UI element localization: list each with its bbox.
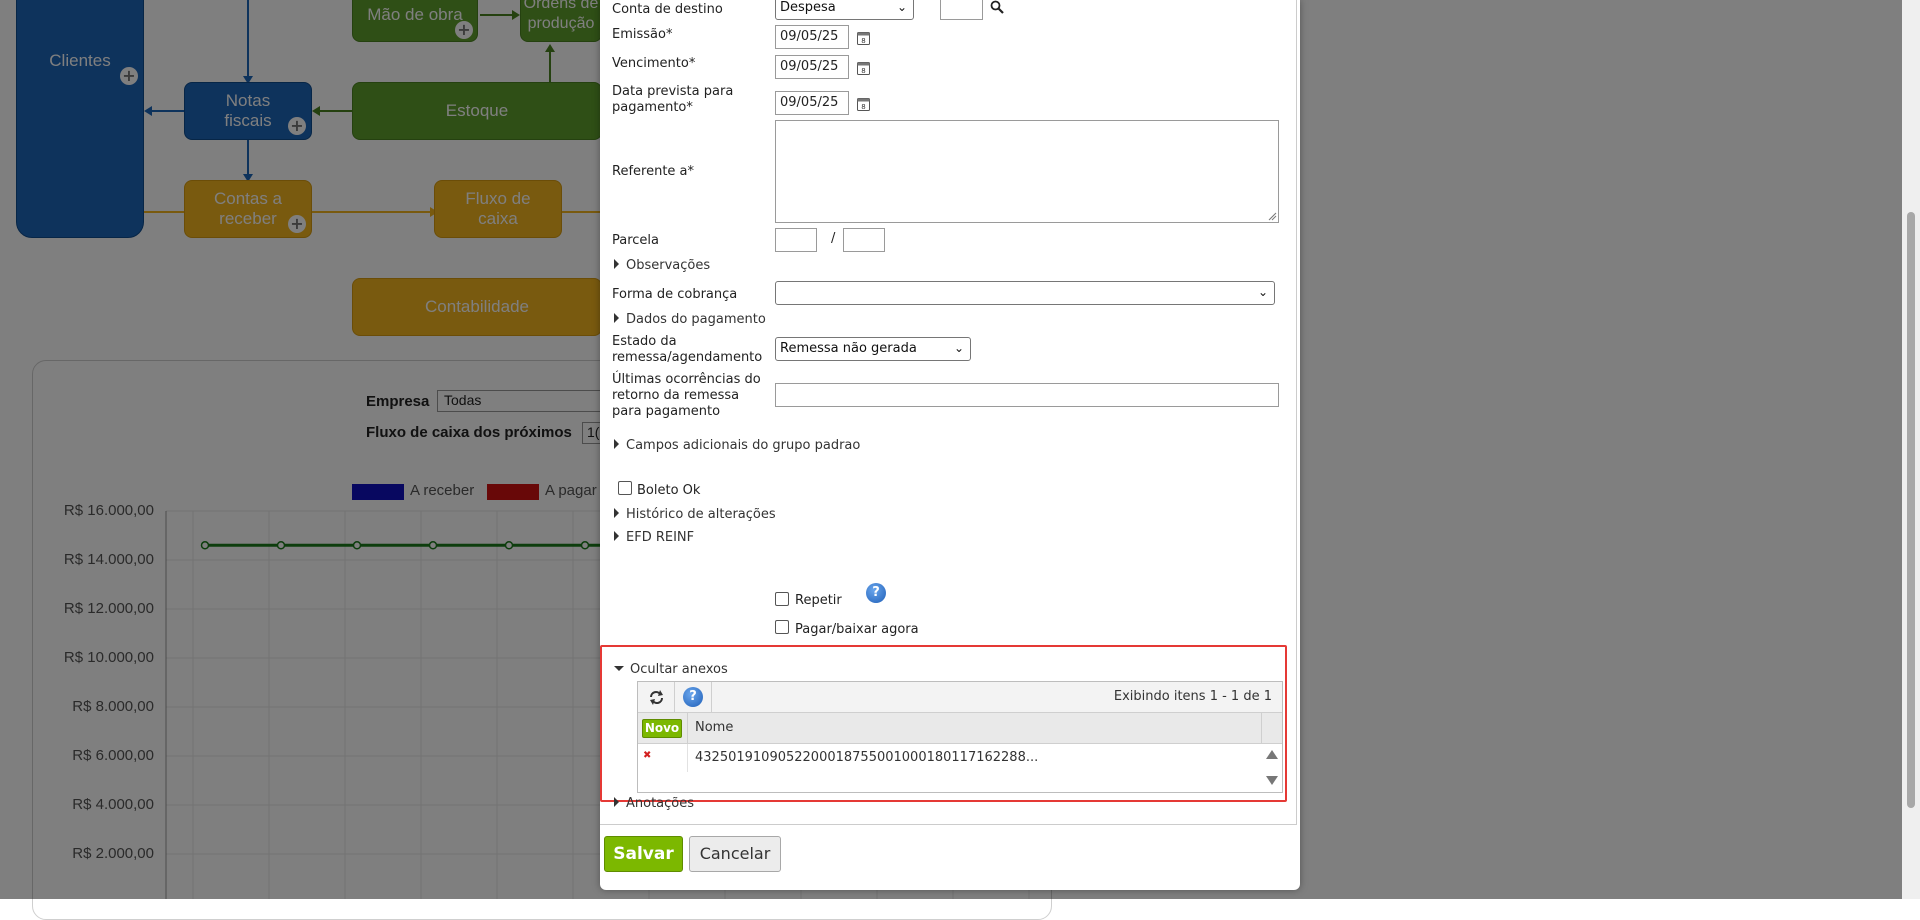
ultimas-ocorrencias-label-line2: retorno da remessa [612, 388, 740, 403]
salvar-button[interactable]: Salvar [604, 836, 683, 872]
conta-destino-label: Conta de destino [612, 2, 723, 17]
refresh-icon [650, 690, 663, 705]
lancamento-dialog: Conta de destino Despesa ⌄ Emissão* 09/0… [600, 0, 1300, 890]
referente-label: Referente a* [612, 164, 695, 179]
campos-adicionais-label: Campos adicionais do grupo padrao [626, 438, 861, 453]
anotacoes-label: Anotações [626, 796, 695, 811]
help-icon[interactable]: ? [866, 583, 886, 603]
scrollbar-thumb[interactable] [1907, 212, 1915, 808]
help-icon: ? [683, 687, 703, 707]
vencimento-label: Vencimento* [612, 56, 696, 71]
repetir-checkbox[interactable] [775, 592, 789, 606]
efd-reinf-label: EFD REINF [626, 530, 695, 545]
svg-text:8: 8 [861, 67, 865, 75]
ocultar-anexos-label: Ocultar anexos [630, 662, 728, 677]
caret-right-icon [614, 439, 619, 449]
efd-reinf-toggle[interactable]: EFD REINF [614, 530, 694, 546]
chevron-down-icon: ⌄ [896, 0, 907, 14]
vencimento-input[interactable]: 09/05/25 [775, 55, 849, 79]
attachments-grid: ? Exibindo itens 1 - 1 de 1 Novo Nome ✖ … [637, 681, 1283, 793]
caret-down-icon [614, 666, 624, 671]
grid-col-divider [1261, 713, 1262, 744]
dados-pagamento-label: Dados do pagamento [626, 312, 766, 327]
caret-right-icon [614, 508, 619, 518]
calendar-icon[interactable]: 8 [856, 30, 872, 46]
resize-handle-icon[interactable] [1267, 211, 1277, 221]
historico-label: Histórico de alterações [626, 507, 776, 522]
observacoes-label: Observações [626, 258, 711, 273]
caret-right-icon [614, 531, 619, 541]
observacoes-toggle[interactable]: Observações [614, 258, 710, 274]
chevron-down-icon: ⌄ [953, 341, 964, 355]
parcela-numero-input[interactable] [775, 228, 817, 252]
parcela-total-input[interactable] [843, 228, 885, 252]
attachment-name[interactable]: 432501910905220001875500100018011716228​… [695, 750, 1038, 765]
caret-right-icon [614, 797, 619, 807]
calendar-icon[interactable]: 8 [856, 60, 872, 76]
emissao-input[interactable]: 09/05/25 [775, 25, 849, 49]
data-prevista-label-line1: Data prevista para [612, 84, 734, 99]
parcela-label: Parcela [612, 233, 660, 248]
refresh-button[interactable] [638, 682, 675, 713]
pagar-baixar-checkbox[interactable] [775, 620, 789, 634]
grid-toolbar: ? Exibindo itens 1 - 1 de 1 [638, 682, 1282, 713]
anotacoes-toggle[interactable]: Anotações [614, 796, 694, 812]
grid-count-text: Exibindo itens 1 - 1 de 1 [1113, 689, 1272, 704]
chevron-down-icon: ⌄ [1257, 285, 1268, 299]
novo-button[interactable]: Novo [642, 719, 682, 738]
boleto-ok-checkbox[interactable] [618, 481, 632, 495]
table-row[interactable]: ✖ 43250191090522000187550010001801171622… [638, 744, 1282, 772]
grid-scroll-down-icon[interactable] [1266, 776, 1278, 785]
page-scrollbar[interactable] [1902, 0, 1920, 899]
ultimas-ocorrencias-label-line3: para pagamento [612, 404, 721, 419]
caret-right-icon [614, 313, 619, 323]
svg-text:8: 8 [861, 103, 865, 111]
estado-remessa-label-line1: Estado da [612, 334, 677, 349]
col-header-nome[interactable]: Nome [695, 720, 733, 735]
referente-textarea[interactable] [775, 120, 1279, 223]
repetir-label: Repetir [795, 593, 842, 608]
delete-icon[interactable]: ✖ [643, 750, 651, 761]
conta-destino-select[interactable]: Despesa ⌄ [775, 0, 914, 20]
estado-remessa-value: Remessa não gerada [780, 341, 917, 356]
search-icon[interactable] [990, 0, 1004, 14]
historico-toggle[interactable]: Histórico de alterações [614, 507, 776, 523]
conta-destino-value: Despesa [780, 0, 836, 15]
calendar-icon[interactable]: 8 [856, 96, 872, 112]
pagar-baixar-label: Pagar/baixar agora [795, 622, 919, 637]
caret-right-icon [614, 259, 619, 269]
cancelar-button[interactable]: Cancelar [689, 836, 781, 872]
ultimas-ocorrencias-label-line1: Últimas ocorrências do [612, 372, 761, 387]
conta-destino-code-input[interactable] [940, 0, 983, 20]
grid-header: Novo Nome [638, 713, 1282, 744]
forma-cobranca-label: Forma de cobrança [612, 287, 738, 302]
dados-pagamento-toggle[interactable]: Dados do pagamento [614, 312, 766, 328]
grid-col-divider [687, 713, 688, 744]
ultimas-ocorrencias-input[interactable] [775, 383, 1279, 407]
grid-scroll-up-icon[interactable] [1266, 750, 1278, 759]
estado-remessa-label-line2: remessa/agendamento [612, 350, 763, 365]
grid-help-button[interactable]: ? [675, 682, 712, 713]
emissao-label: Emissão* [612, 27, 673, 42]
campos-adicionais-toggle[interactable]: Campos adicionais do grupo padrao [614, 438, 860, 454]
parcela-separator: / [831, 231, 836, 246]
grid-col-divider [687, 744, 688, 772]
data-prevista-input[interactable]: 09/05/25 [775, 91, 849, 115]
svg-text:8: 8 [861, 37, 865, 45]
ocultar-anexos-toggle[interactable]: Ocultar anexos [614, 662, 728, 678]
estado-remessa-select[interactable]: Remessa não gerada ⌄ [775, 337, 971, 361]
data-prevista-label-line2: pagamento* [612, 100, 693, 115]
boleto-ok-label: Boleto Ok [637, 483, 701, 498]
forma-cobranca-select[interactable]: ⌄ [775, 281, 1275, 305]
